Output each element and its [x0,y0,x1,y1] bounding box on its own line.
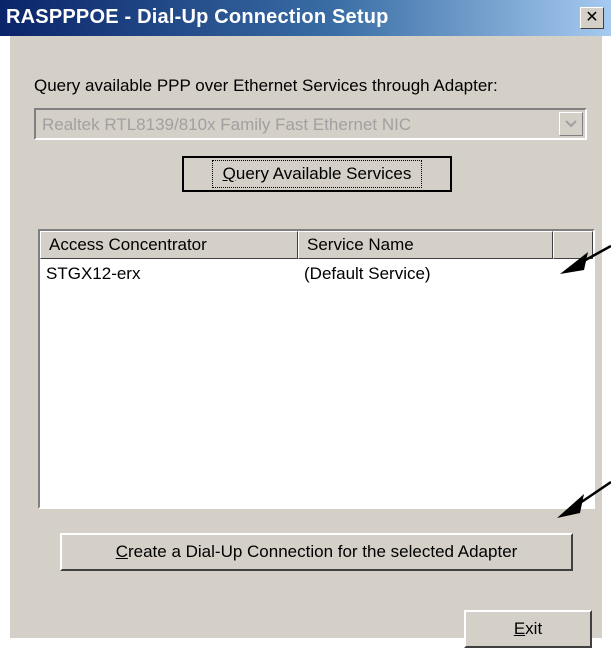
exit-label-rest: xit [525,619,543,638]
query-label: Query available PPP over Ethernet Servic… [34,76,498,95]
close-button[interactable]: ✕ [580,7,604,29]
close-icon: ✕ [585,9,599,26]
chevron-down-icon [565,120,577,128]
create-connection-button[interactable]: Create a Dial-Up Connection for the sele… [60,533,573,571]
adapter-dropdown-value: Realtek RTL8139/810x Family Fast Etherne… [42,115,412,134]
adapter-dropdown[interactable]: Realtek RTL8139/810x Family Fast Etherne… [34,108,587,140]
title-bar[interactable]: RASPPPOE - Dial-Up Connection Setup ✕ [0,0,611,36]
query-label-rest: uery Available Services [235,164,412,183]
exit-hotkey: E [513,619,526,638]
exit-button[interactable]: Exit [464,610,592,648]
query-services-button[interactable]: Query Available Services [182,156,452,192]
column-extra[interactable] [553,231,593,259]
query-services-label: Query Available Services [211,160,423,188]
query-hotkey: Q [222,164,236,183]
column-service-name[interactable]: Service Name [298,231,553,259]
create-hotkey: C [115,542,128,561]
access-concentrator-cell: STGX12-erx [46,264,141,283]
create-connection-label: Create a Dial-Up Connection for the sele… [116,542,518,562]
dialog-client-area: Query available PPP over Ethernet Servic… [10,36,602,648]
list-item[interactable]: STGX12-erx (Default Service) [40,264,593,290]
dialog-window: RASPPPOE - Dial-Up Connection Setup ✕ Qu… [0,0,611,648]
create-label-rest: reate a Dial-Up Connection for the selec… [127,542,518,561]
services-list-header: Access Concentrator Service Name [40,231,593,259]
exit-label: Exit [514,619,542,639]
service-name-cell: (Default Service) [304,264,431,283]
column-access-concentrator[interactable]: Access Concentrator [40,231,298,259]
dropdown-button[interactable] [559,112,583,136]
window-title: RASPPPOE - Dial-Up Connection Setup [6,6,389,28]
services-list[interactable]: Access Concentrator Service Name STGX12-… [38,229,595,509]
